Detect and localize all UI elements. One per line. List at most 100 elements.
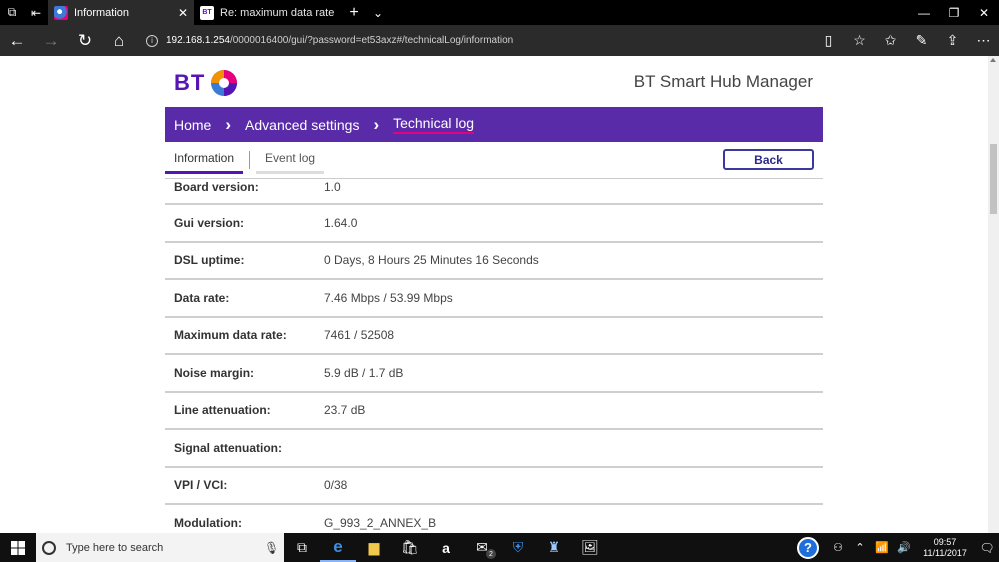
taskbar-clock[interactable]: 09:57 11/11/2017 (915, 537, 975, 559)
web-page: BT BT Smart Hub Manager Home › Advanced … (0, 56, 988, 533)
browser-address-bar: ← → ↻ ⌂ i 192.168.1.254 /0000016400/gui/… (0, 25, 999, 56)
table-row: VPI / VCI: 0/38 (165, 468, 823, 505)
new-tab-icon[interactable]: + (342, 0, 366, 25)
table-row: DSL uptime: 0 Days, 8 Hours 25 Minutes 1… (165, 243, 823, 280)
file-explorer-icon[interactable]: ▆ (356, 533, 392, 562)
amazon-icon[interactable]: a (428, 533, 464, 562)
tab-information[interactable]: Information ✕ (48, 0, 194, 25)
breadcrumb-technical-log[interactable]: Technical log (393, 115, 475, 134)
windows-start-button[interactable] (0, 533, 36, 562)
search-placeholder: Type here to search (66, 541, 164, 554)
breadcrumb-advanced-settings[interactable]: Advanced settings (245, 117, 359, 133)
microphone-icon[interactable]: 🎙 (264, 541, 279, 555)
row-value: 7461 / 52508 (324, 328, 395, 343)
url-host: 192.168.1.254 (166, 35, 230, 46)
tab-list-chevron-icon[interactable]: ⌄ (366, 0, 390, 25)
system-tray: ? ⚇ ⌃ 📶 🔊 09:57 11/11/2017 🗨 (797, 533, 999, 562)
scroll-up-arrow-icon[interactable] (990, 58, 996, 62)
site-info-icon[interactable]: i (146, 34, 158, 47)
mail-badge: 2 (486, 549, 496, 559)
url-path: /0000016400/gui/?password=et53axz#/techn… (229, 35, 514, 46)
show-hidden-icons-chevron-icon[interactable]: ⌃ (849, 533, 871, 562)
windows-logo-icon (11, 540, 25, 555)
mail-icon[interactable]: ✉ 2 (464, 533, 500, 562)
favorites-hub-icon[interactable]: ✩ (875, 25, 906, 56)
bt-favicon-icon: BT (200, 5, 214, 20)
url-field[interactable]: i 192.168.1.254 /0000016400/gui/?passwor… (136, 25, 813, 56)
reading-view-icon[interactable]: ▯ (813, 25, 844, 56)
row-value: 0/38 (324, 478, 348, 493)
tab-title: Re: maximum data rate - Pa (220, 6, 336, 19)
tab-information-subtab[interactable]: Information (165, 149, 244, 174)
share-icon[interactable]: ⇪ (937, 25, 968, 56)
windows-taskbar: Type here to search 🎙 ⧉ e ▆ 🛍 a ✉ 2 ⛨ ♜ 🖼… (0, 533, 999, 562)
row-value: 0 Days, 8 Hours 25 Minutes 16 Seconds (324, 253, 539, 268)
clock-date: 11/11/2017 (923, 547, 967, 558)
close-window-icon[interactable]: ✕ (969, 0, 999, 25)
row-label: DSL uptime: (174, 253, 245, 268)
taskbar-search-input[interactable]: Type here to search 🎙 (36, 533, 284, 562)
row-value: 23.7 dB (324, 403, 366, 418)
refresh-icon[interactable]: ↻ (68, 25, 102, 56)
table-row: Signal attenuation: (165, 430, 823, 468)
home-icon[interactable]: ⌂ (102, 25, 136, 56)
row-label: Gui version: (174, 215, 245, 230)
task-view-icon[interactable]: ⧉ (284, 533, 320, 562)
row-value: 1.64.0 (324, 215, 358, 230)
table-row: Board version: 1.0 (165, 178, 823, 205)
browser-tab-bar: ⧉ ⇤ Information ✕ BT Re: maximum data ra… (0, 0, 999, 25)
app-icon[interactable]: ♜ (536, 533, 572, 562)
page-scrollbar[interactable] (988, 56, 999, 533)
network-icon[interactable]: 📶 (871, 533, 893, 562)
back-arrow-icon[interactable]: ← (0, 25, 34, 56)
more-menu-icon[interactable]: ⋯ (968, 25, 999, 56)
table-row: Noise margin: 5.9 dB / 1.7 dB (165, 355, 823, 393)
restore-icon[interactable]: ❐ (939, 0, 969, 25)
information-table: Board version: 1.0 Gui version: 1.64.0 D… (165, 178, 823, 533)
bt-logo[interactable]: BT (174, 68, 239, 98)
web-note-pen-icon[interactable]: ✎ (906, 25, 937, 56)
row-value: 5.9 dB / 1.7 dB (324, 365, 404, 380)
row-label: Noise margin: (174, 365, 255, 380)
row-label: VPI / VCI: (174, 478, 228, 493)
action-center-icon[interactable]: 🗨 (975, 533, 999, 562)
forward-arrow-icon[interactable]: → (34, 25, 68, 56)
chevron-right-icon: › (373, 114, 380, 134)
set-aside-tabs-icon[interactable]: ⇤ (24, 0, 48, 25)
row-label: Modulation: (174, 515, 242, 530)
table-row: Data rate: 7.46 Mbps / 53.99 Mbps (165, 280, 823, 318)
close-tab-icon[interactable]: ✕ (178, 6, 188, 20)
table-row: Maximum data rate: 7461 / 52508 (165, 318, 823, 355)
table-row: Line attenuation: 23.7 dB (165, 393, 823, 430)
back-button[interactable]: Back (723, 149, 814, 170)
breadcrumb-home[interactable]: Home (174, 117, 211, 133)
tab-manager-icon[interactable]: ⧉ (0, 0, 24, 25)
row-value: 1.0 (324, 180, 341, 194)
security-shield-icon[interactable]: ⛨ (500, 533, 536, 562)
volume-icon[interactable]: 🔊 (893, 533, 915, 562)
row-label: Data rate: (174, 290, 230, 305)
tab-event-log[interactable]: Event log (256, 149, 325, 174)
tab-title: Information (74, 6, 130, 19)
photos-icon[interactable]: 🖼 (572, 533, 608, 562)
tab-forum[interactable]: BT Re: maximum data rate - Pa (194, 0, 342, 25)
row-label: Maximum data rate: (174, 328, 287, 343)
favorite-star-icon[interactable]: ☆ (844, 25, 875, 56)
breadcrumb: Home › Advanced settings › Technical log (165, 107, 823, 142)
tab-divider (249, 151, 251, 169)
clock-time: 09:57 (933, 536, 957, 547)
minimize-icon[interactable]: — (909, 0, 939, 25)
page-title: BT Smart Hub Manager (633, 72, 813, 91)
row-value: 7.46 Mbps / 53.99 Mbps (324, 290, 453, 305)
people-icon[interactable]: ⚇ (827, 533, 849, 562)
cortana-icon (42, 540, 56, 555)
row-label: Line attenuation: (174, 403, 271, 418)
chevron-right-icon: › (225, 114, 232, 134)
globe-favicon-icon (54, 5, 68, 20)
table-row: Gui version: 1.64.0 (165, 205, 823, 243)
row-label: Signal attenuation: (174, 440, 282, 455)
help-icon[interactable]: ? (797, 536, 819, 559)
scrollbar-thumb[interactable] (990, 144, 997, 214)
store-icon[interactable]: 🛍 (392, 533, 428, 562)
edge-browser-icon[interactable]: e (320, 533, 356, 562)
